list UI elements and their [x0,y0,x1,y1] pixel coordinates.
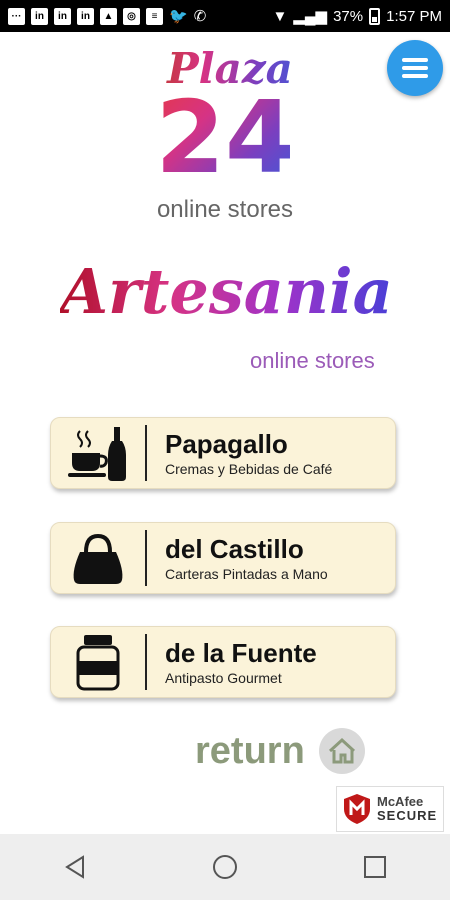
phone-icon: ✆ [193,8,207,25]
store-description: Cremas y Bebidas de Café [165,461,333,477]
mcafee-secure-badge[interactable]: McAfee SECURE [336,786,444,832]
recents-button[interactable] [345,837,405,897]
instagram-icon: ◎ [123,7,140,25]
coffee-bottle-icon [51,425,147,481]
battery-icon [369,7,381,25]
linkedin-icon: in [77,7,94,25]
handbag-icon [51,530,147,586]
brand-subtitle: online stores [250,348,375,373]
hamburger-line [402,74,428,78]
image-icon: ▲ [100,7,117,25]
message-icon: ··· [8,7,25,25]
signal-icon: ▂▄▆ [293,8,328,25]
system-nav-bar [0,834,450,900]
home-circle-icon [213,855,237,879]
jar-icon [51,634,147,691]
wifi-icon: ▼ [272,7,288,25]
clock: 1:57 PM [386,7,442,25]
notification-icons: ··· in in in ▲ ◎ ≡ 🐦 ✆ [8,7,206,25]
hamburger-line [402,66,428,70]
store-name: de la Fuente [165,638,317,668]
news-icon: ≡ [146,7,163,25]
badge-line2: SECURE [377,808,438,823]
badge-line1: McAfee [377,794,424,809]
return-label: return [195,729,305,772]
hamburger-menu-icon [402,58,428,62]
home-nav-button[interactable] [195,837,255,897]
mcafee-shield-icon [344,794,370,824]
back-icon [65,855,84,879]
store-description: Antipasto Gourmet [165,670,282,686]
home-icon[interactable] [318,728,365,774]
brand-title: Artesanias [60,255,428,328]
store-button-del-castillo[interactable]: del Castillo Carteras Pintadas a Mano [50,522,396,594]
linkedin-icon: in [54,7,71,25]
battery-percent: 37% [333,7,364,25]
store-button-de-la-fuente[interactable]: de la Fuente Antipasto Gourmet [50,626,396,698]
store-name: Papagallo [165,429,288,459]
logo-subtitle: online stores [156,196,294,223]
store-description: Carteras Pintadas a Mano [165,566,328,582]
return-link[interactable]: return [195,728,365,774]
back-button[interactable] [45,837,105,897]
store-name: del Castillo [165,534,304,564]
linkedin-icon: in [31,7,48,25]
recents-icon [364,856,386,878]
twitter-icon: 🐦 [169,8,188,25]
logo-number: 24 [150,88,300,188]
menu-button[interactable] [387,40,443,96]
status-bar: ··· in in in ▲ ◎ ≡ 🐦 ✆ ▼ ▂▄▆ 37% 1:57 PM [0,0,450,32]
store-button-papagallo[interactable]: Papagallo Cremas y Bebidas de Café [50,417,396,489]
